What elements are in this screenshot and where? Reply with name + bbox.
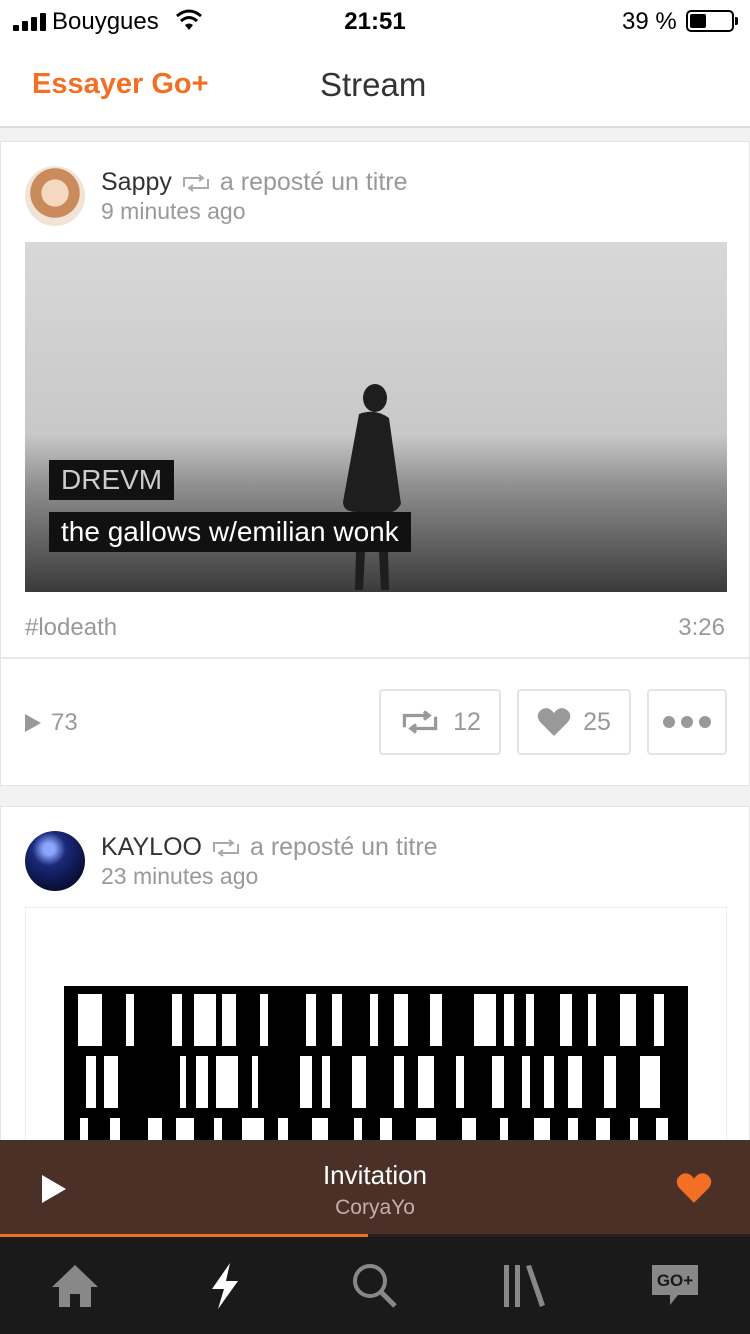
barcode-bar <box>126 994 134 1046</box>
battery-icon <box>686 10 738 32</box>
divider <box>1 657 749 659</box>
figure-silhouette <box>343 384 401 590</box>
timestamp: 9 minutes ago <box>101 198 246 224</box>
barcode-bar <box>78 994 102 1046</box>
barcode-bar <box>86 1056 96 1108</box>
repost-line: KAYLOO a reposté un titre <box>101 833 438 862</box>
barcode-bar <box>474 994 496 1046</box>
barcode-bar <box>306 994 316 1046</box>
repost-button[interactable]: 12 <box>379 689 501 755</box>
barcode-bar <box>352 1056 366 1108</box>
track-artwork[interactable]: DREVM the gallows w/emilian wonk <box>25 242 727 592</box>
username[interactable]: KAYLOO <box>101 833 202 862</box>
try-go-plus-button[interactable]: Essayer Go+ <box>32 68 209 101</box>
username[interactable]: Sappy <box>101 168 172 197</box>
barcode-bar <box>332 994 342 1046</box>
status-bar: Bouygues 21:51 39 % <box>0 0 750 44</box>
barcode-bar <box>568 1056 582 1108</box>
barcode-bar <box>104 1056 118 1108</box>
repost-icon <box>182 173 209 192</box>
avatar[interactable] <box>25 166 85 226</box>
repost-count: 12 <box>453 707 481 736</box>
barcode-bar <box>492 1056 504 1108</box>
barcode-bar <box>180 1056 186 1108</box>
mini-player[interactable]: Invitation CoryaYo <box>0 1140 750 1236</box>
barcode-bar <box>604 1056 616 1108</box>
barcode-bar <box>216 1056 238 1108</box>
barcode-bar <box>370 994 378 1046</box>
page-title: Stream <box>320 66 427 103</box>
barcode-bar <box>654 994 664 1046</box>
more-icon <box>663 716 711 728</box>
barcode-bar <box>526 994 534 1046</box>
play-count-icon <box>25 714 41 732</box>
barcode-bar <box>640 1056 660 1108</box>
barcode-bar <box>172 994 182 1046</box>
like-count: 25 <box>583 707 611 736</box>
player-track-title: Invitation <box>322 1160 428 1190</box>
track-artwork[interactable] <box>25 907 727 1167</box>
play-count-value: 73 <box>51 709 78 736</box>
more-options-button[interactable] <box>647 689 727 755</box>
track-tag[interactable]: #lodeath <box>25 614 117 642</box>
barcode-bar <box>560 994 572 1046</box>
tab-bar: GO+ <box>0 1237 750 1334</box>
repost-icon <box>402 710 438 734</box>
barcode-bar <box>194 994 216 1046</box>
track-title-label[interactable]: the gallows w/emilian wonk <box>49 512 411 552</box>
feed-card: Sappy a reposté un titre 9 minutes ago D… <box>0 141 750 786</box>
repost-icon <box>212 838 239 857</box>
home-icon[interactable] <box>48 1261 102 1311</box>
barcode-bar <box>322 1056 330 1108</box>
stream-icon[interactable] <box>198 1261 252 1311</box>
artist-label[interactable]: DREVM <box>49 460 175 500</box>
player-artist: CoryaYo <box>335 1196 415 1219</box>
repost-line: Sappy a reposté un titre <box>101 168 408 197</box>
barcode-bar <box>522 1056 530 1108</box>
barcode-bar <box>394 994 408 1046</box>
barcode-bar <box>544 1056 554 1108</box>
feed-card: KAYLOO a reposté un titre 23 minutes ago <box>0 806 750 1167</box>
barcode-bar <box>418 1056 434 1108</box>
like-button[interactable]: 25 <box>517 689 631 755</box>
barcode-bar <box>252 1056 258 1108</box>
barcode-bar <box>504 994 514 1046</box>
barcode-bar <box>196 1056 208 1108</box>
barcode-bar <box>300 1056 312 1108</box>
go-plus-icon[interactable]: GO+ <box>648 1261 702 1311</box>
battery-percentage: 39 % <box>622 8 677 35</box>
track-duration: 3:26 <box>678 614 725 641</box>
app-header: Essayer Go+ Stream <box>0 44 750 128</box>
barcode-bar <box>620 994 636 1046</box>
barcode-bar <box>588 994 596 1046</box>
go-plus-badge: GO+ <box>652 1265 698 1305</box>
avatar[interactable] <box>25 831 85 891</box>
barcode-bar <box>222 994 236 1046</box>
barcode-bar <box>260 994 268 1046</box>
go-plus-label: GO+ <box>657 1271 693 1290</box>
barcode-bar <box>430 994 442 1046</box>
heart-icon <box>537 708 571 736</box>
barcode-bar <box>456 1056 464 1108</box>
repost-action-text: a reposté un titre <box>249 833 438 861</box>
timestamp: 23 minutes ago <box>101 863 259 889</box>
search-icon[interactable] <box>348 1261 402 1311</box>
heart-icon[interactable] <box>676 1172 712 1204</box>
repost-action-text: a reposté un titre <box>219 168 408 196</box>
play-count: 73 <box>25 709 78 737</box>
barcode-bar <box>394 1056 404 1108</box>
library-icon[interactable] <box>498 1261 552 1311</box>
